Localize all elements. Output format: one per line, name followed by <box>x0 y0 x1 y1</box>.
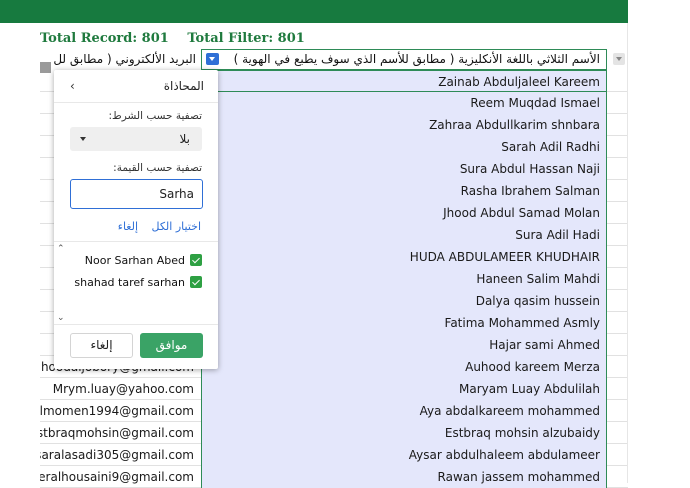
name-cell[interactable]: Rawan jassem mohammed <box>201 466 607 488</box>
email-cell[interactable]: Sameralhousaini9@gmail.com <box>40 466 200 488</box>
empty-cell[interactable] <box>607 466 628 488</box>
name-cell[interactable]: Maryam Luay Abdulilah <box>201 378 607 400</box>
empty-cell[interactable] <box>607 400 628 422</box>
empty-cell[interactable] <box>607 202 628 224</box>
name-cell[interactable]: Rasha Ibrahem Salman <box>201 180 607 202</box>
name-cell[interactable]: Haneen Salim Mahdi <box>201 268 607 290</box>
caret-down-icon <box>80 137 86 141</box>
empty-cell[interactable] <box>607 246 628 268</box>
total-filter-label: Total Filter: 801 <box>187 31 305 46</box>
empty-cell[interactable] <box>607 268 628 290</box>
table-row[interactable]: Sameralhousaini9@gmail.comRawan jassem m… <box>40 466 628 488</box>
name-cell[interactable]: Aya abdalkareem mohammed <box>201 400 607 422</box>
name-cell[interactable]: Aysar abdulhaleem abdulameer <box>201 444 607 466</box>
name-cell[interactable]: Fatima Mohammed Asmly <box>201 312 607 334</box>
name-cell[interactable]: Sura Abdul Hassan Naji <box>201 158 607 180</box>
checkbox-checked-icon[interactable] <box>190 276 202 288</box>
condition-filter-label: تصفية حسب الشرط: <box>108 110 202 122</box>
empty-cell[interactable] <box>607 180 628 202</box>
divider <box>54 241 218 242</box>
empty-cell[interactable] <box>607 422 628 444</box>
select-all-link[interactable]: اختيار الكل <box>152 220 201 233</box>
ok-button[interactable]: موافق <box>140 333 203 358</box>
divider <box>54 102 218 103</box>
email-cell[interactable]: Dr.aysaralasadi305@gmail.com <box>40 444 200 466</box>
selection-links: اختيار الكل إلغاء <box>108 220 201 233</box>
name-cell[interactable]: Zainab Abduljaleel Kareem <box>201 70 607 92</box>
checkbox-checked-icon[interactable] <box>190 254 202 266</box>
empty-cell[interactable] <box>607 312 628 334</box>
empty-cell[interactable] <box>607 334 628 356</box>
filter-value-label: shahad taref sarhan <box>74 275 185 289</box>
filter-value-label: Noor Sarhan Abed <box>84 253 185 267</box>
column-filter-dropdown-button[interactable] <box>206 53 219 65</box>
clear-link[interactable]: إلغاء <box>118 220 138 233</box>
table-row[interactable]: Dr.aysaralasadi305@gmail.comAysar abdulh… <box>40 444 628 466</box>
empty-cell[interactable] <box>607 378 628 400</box>
empty-cell[interactable] <box>607 356 628 378</box>
divider <box>54 324 218 325</box>
chevron-right-icon[interactable]: › <box>70 79 75 93</box>
column-menu-button[interactable] <box>613 53 625 65</box>
total-record-label: Total Record: 801 <box>40 31 169 46</box>
empty-cell[interactable] <box>607 290 628 312</box>
top-bar <box>0 0 628 23</box>
table-row[interactable]: Mrym.luay@yahoo.com Maryam Luay Abdulilah <box>40 378 628 400</box>
name-cell[interactable]: Auhood kareem Merza <box>201 356 607 378</box>
column-header-name[interactable]: الأسم الثلاثي باللغة الأنكليزية ( مطابق … <box>201 49 607 70</box>
name-cell[interactable]: Hajar sami Ahmed <box>201 334 607 356</box>
table-row[interactable]: aya.almomen1994@gmail.comAya abdalkareem… <box>40 400 628 422</box>
empty-cell[interactable] <box>607 224 628 246</box>
name-cell[interactable]: Zahraa Abdullkarim shnbara <box>201 114 607 136</box>
name-cell[interactable]: HUDA ABDULAMEER KHUDHAIR <box>201 246 607 268</box>
filter-popup: المحاذاة › تصفية حسب الشرط: بلا تصفية حس… <box>54 70 218 369</box>
email-cell[interactable]: Mrym.luay@yahoo.com <box>40 378 200 400</box>
condition-select[interactable]: بلا <box>70 127 202 151</box>
condition-select-value: بلا <box>179 132 191 146</box>
empty-cell[interactable] <box>607 444 628 466</box>
name-cell[interactable]: Estbraq mohsin alzubaidy <box>201 422 607 444</box>
popup-title: المحاذاة <box>163 79 204 93</box>
email-cell[interactable]: Estbraqmohsin@gmail.com <box>40 422 200 444</box>
grid-edge <box>627 23 628 483</box>
name-cell[interactable]: Sura Adil Hadi <box>201 224 607 246</box>
name-cell[interactable]: Jhood Abdul Samad Molan <box>201 202 607 224</box>
table-row[interactable]: Estbraqmohsin@gmail.com Estbraq mohsin al… <box>40 422 628 444</box>
empty-cell[interactable] <box>607 136 628 158</box>
empty-cell[interactable] <box>607 70 628 92</box>
empty-cell[interactable] <box>607 92 628 114</box>
filter-search-input[interactable] <box>70 179 203 209</box>
empty-cell[interactable] <box>607 158 628 180</box>
email-cell[interactable]: aya.almomen1994@gmail.com <box>40 400 200 422</box>
record-summary: Total Record: 801 Total Filter: 801 <box>40 31 319 46</box>
empty-cell[interactable] <box>607 114 628 136</box>
name-cell[interactable]: Dalya qasim hussein <box>201 290 607 312</box>
filter-value-item[interactable]: Noor Sarhan Abed <box>85 252 202 268</box>
cancel-button[interactable]: إلغاء <box>70 333 133 358</box>
value-filter-label: تصفية حسب القيمة: <box>113 162 202 174</box>
column-header-email[interactable]: البريد الألكتروني ( مطابق لل <box>40 49 200 70</box>
name-cell[interactable]: Sarah Adil Radhi <box>201 136 607 158</box>
scroll-up-icon[interactable]: ⌃ <box>57 244 65 254</box>
filter-value-item[interactable]: shahad taref sarhan <box>74 274 202 290</box>
popup-header[interactable]: المحاذاة › <box>54 70 218 102</box>
scroll-down-icon[interactable]: ⌄ <box>57 313 65 323</box>
name-cell[interactable]: Reem Muqdad Ismael <box>201 92 607 114</box>
